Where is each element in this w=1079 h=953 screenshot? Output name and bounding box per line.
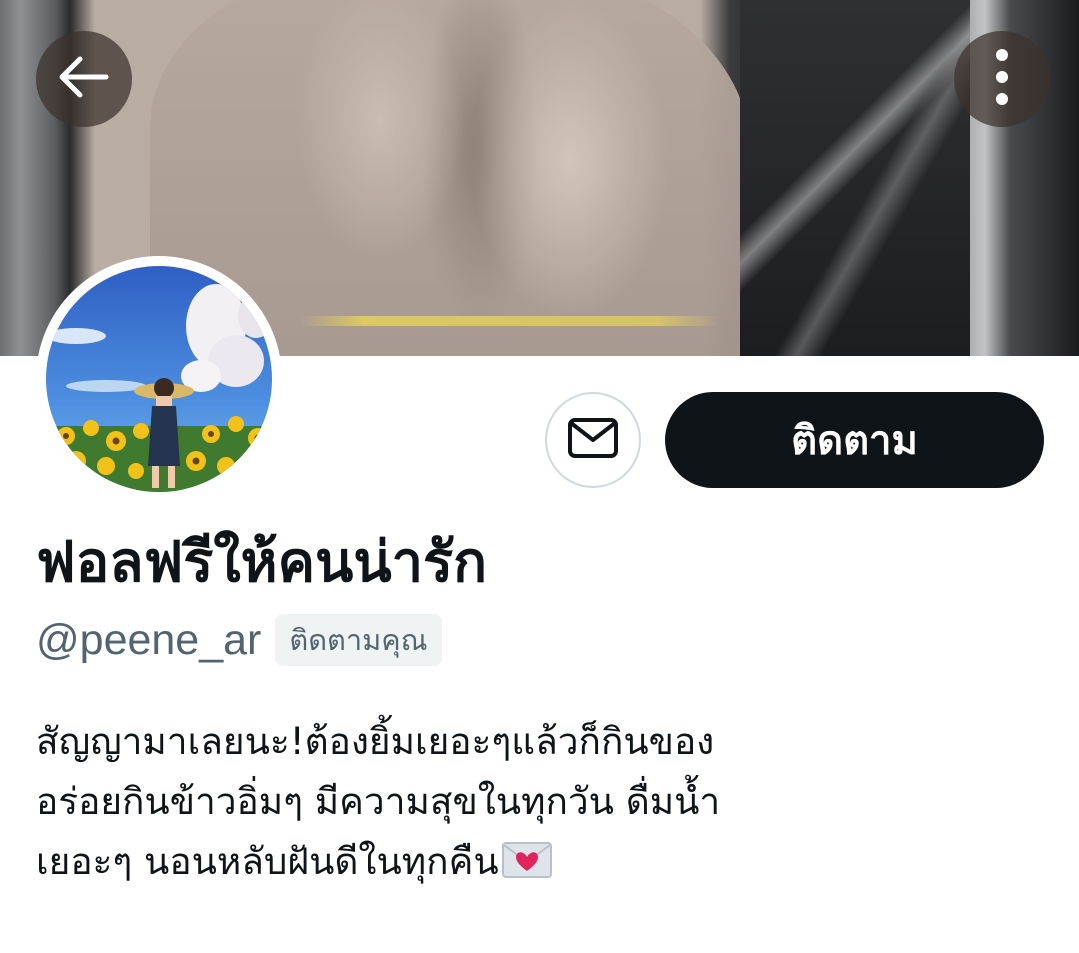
- envelope-icon: [567, 417, 619, 463]
- avatar-image: [46, 266, 272, 492]
- message-button[interactable]: [545, 392, 641, 488]
- more-vertical-icon: [995, 48, 1009, 110]
- bio-line-last: เยอะๆ นอนหลับฝันดีในทุกคืน: [36, 832, 1036, 898]
- follow-button[interactable]: ติดตาม: [665, 392, 1044, 488]
- banner-image-background: [740, 0, 970, 356]
- display-name: ฟอลฟรีให้คนน่ารัก: [36, 530, 488, 595]
- banner-image-stripe: [300, 316, 720, 326]
- more-options-button[interactable]: [954, 31, 1050, 127]
- handle-row: @peene_ar ติดตามคุณ: [36, 612, 442, 668]
- arrow-left-icon: [58, 55, 110, 103]
- bio-line: สัญญามาเลยนะ!ต้องยิ้มเยอะๆแล้วก็กินของ: [36, 720, 715, 763]
- avatar[interactable]: [36, 256, 282, 502]
- profile-bio: สัญญามาเลยนะ!ต้องยิ้มเยอะๆแล้วก็กินของ อ…: [36, 712, 1036, 898]
- bio-line: อร่อยกินข้าวอิ่มๆ มีความสุขในทุกวัน ดื่ม…: [36, 780, 721, 823]
- love-letter-emoji: [501, 838, 553, 898]
- follows-you-badge: ติดตามคุณ: [275, 614, 442, 666]
- username-handle: @peene_ar: [36, 615, 262, 664]
- back-button[interactable]: [36, 31, 132, 127]
- bio-line-text: เยอะๆ นอนหลับฝันดีในทุกคืน: [36, 840, 499, 883]
